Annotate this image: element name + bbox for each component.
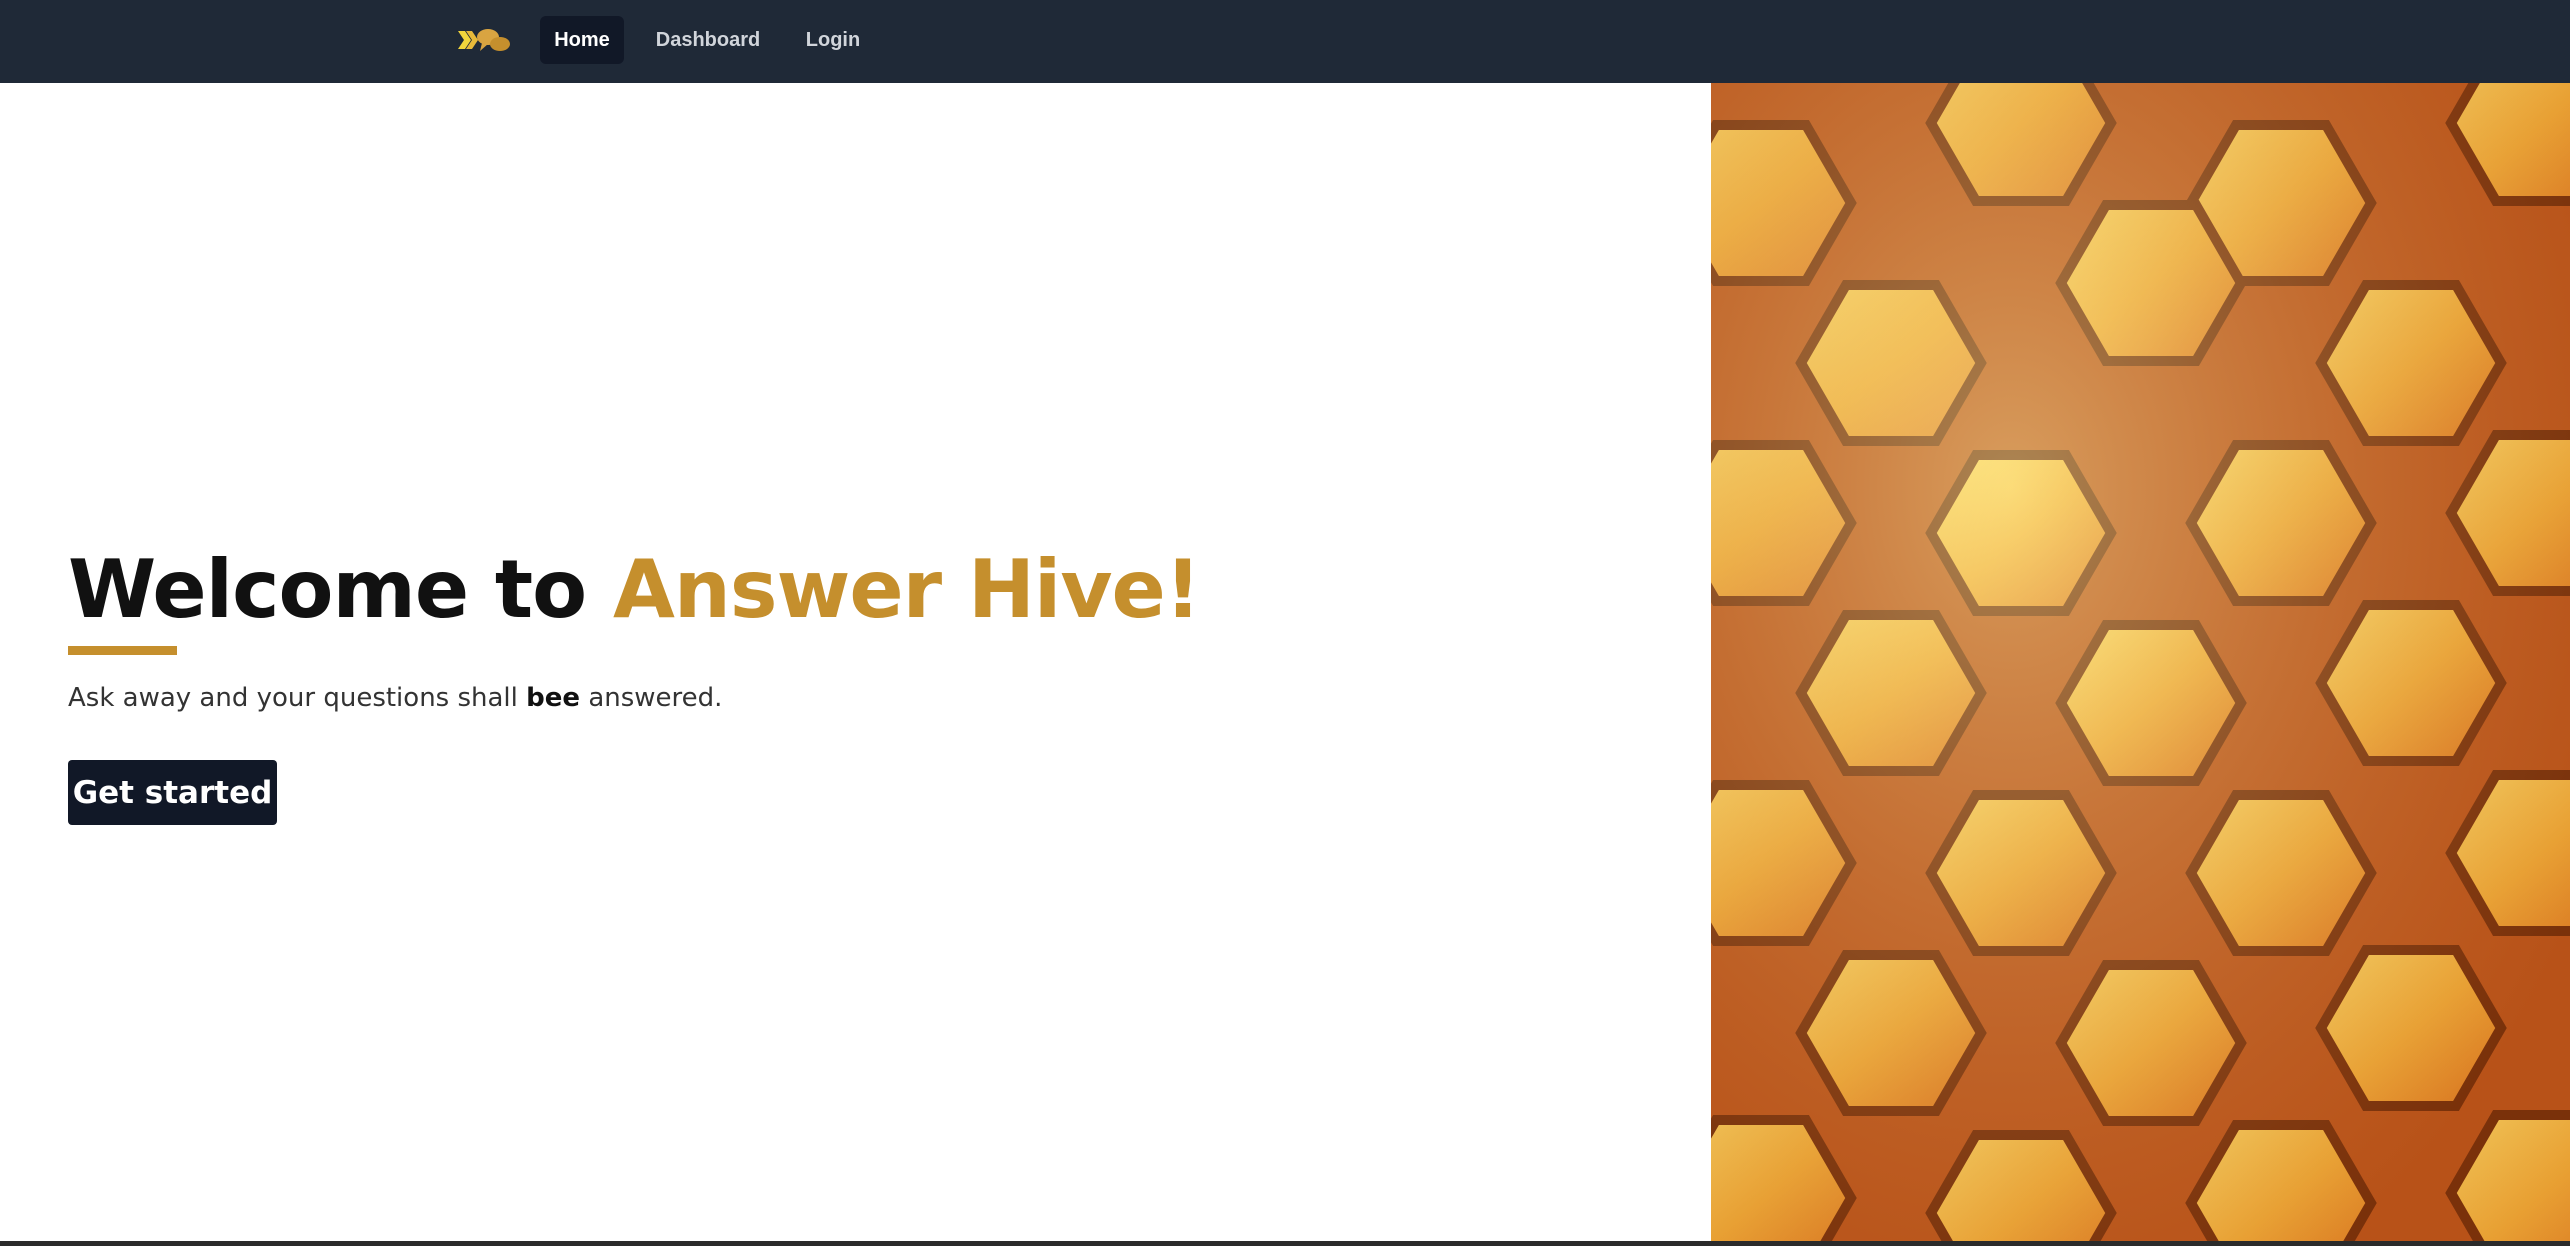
hero-subtitle: Ask away and your questions shall bee an… (68, 680, 722, 716)
title-underline (68, 646, 177, 655)
bottom-strip (0, 1241, 2570, 1246)
get-started-button[interactable]: Get started (68, 760, 277, 825)
hero-title: Welcome to Answer Hive! (68, 542, 1201, 638)
hive-chat-logo-icon[interactable] (455, 25, 511, 55)
nav-home[interactable]: Home (540, 16, 624, 64)
top-navbar: Home Dashboard Login (0, 0, 2570, 83)
hero-title-accent: Answer Hive! (612, 543, 1201, 636)
hero-subtitle-before: Ask away and your questions shall (68, 683, 518, 713)
nav-login[interactable]: Login (792, 16, 874, 64)
nav-dashboard[interactable]: Dashboard (646, 16, 770, 64)
hero-subtitle-bold: bee (526, 683, 581, 713)
honeycomb-pattern (1711, 83, 2570, 1241)
honeycomb-image (1711, 83, 2570, 1241)
hero-subtitle-after: answered. (588, 683, 723, 713)
hero-title-prefix: Welcome to (68, 543, 587, 636)
